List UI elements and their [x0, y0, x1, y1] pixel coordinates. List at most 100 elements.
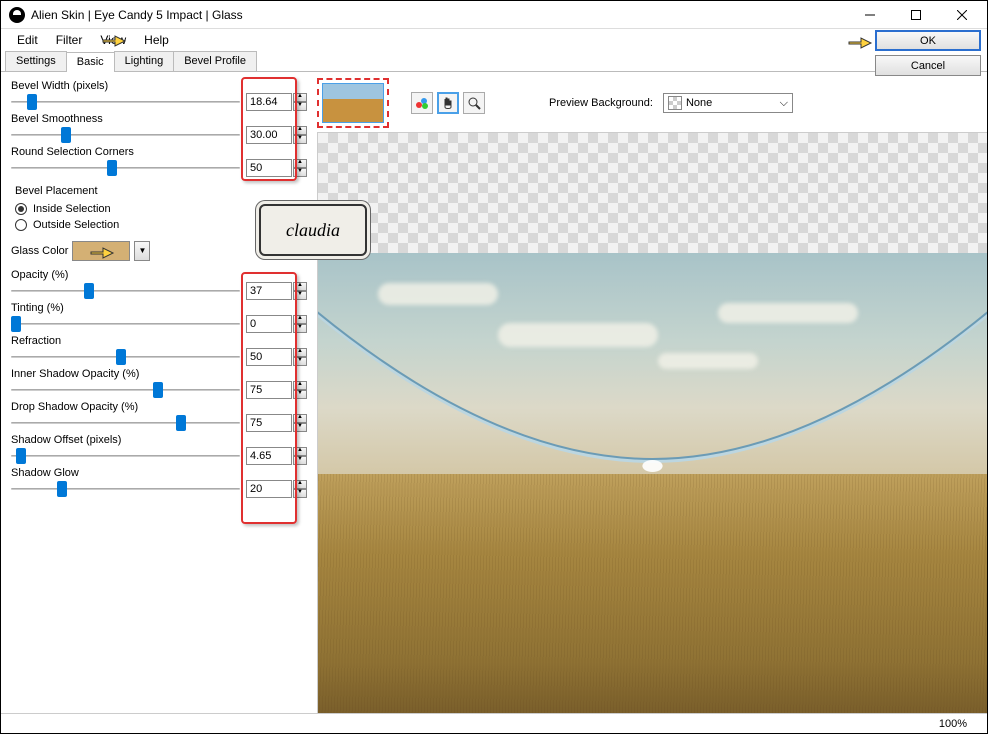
- spin-down-icon[interactable]: ▼: [293, 390, 307, 399]
- pointer-hand-icon: [101, 30, 127, 50]
- param-slider[interactable]: [11, 414, 240, 432]
- param-label: Bevel Width (pixels): [11, 80, 307, 92]
- window-title: Alien Skin | Eye Candy 5 Impact | Glass: [31, 8, 847, 22]
- main: OK Cancel Bevel Width (pixels) 18.64 ▲ ▼…: [1, 72, 987, 713]
- param-value[interactable]: 0: [246, 315, 292, 333]
- param-row: Round Selection Corners 50 ▲ ▼: [11, 146, 307, 177]
- tabs: Settings Basic Lighting Bevel Profile: [1, 51, 987, 72]
- spin-up-icon[interactable]: ▲: [293, 414, 307, 423]
- param-slider[interactable]: [11, 480, 240, 498]
- radio-icon: [15, 203, 27, 215]
- param-slider[interactable]: [11, 381, 240, 399]
- param-value[interactable]: 75: [246, 381, 292, 399]
- glass-color-dropdown[interactable]: ▼: [134, 241, 150, 261]
- app-icon: [9, 7, 25, 23]
- param-row: Bevel Width (pixels) 18.64 ▲ ▼: [11, 80, 307, 111]
- dialog-buttons: OK Cancel: [875, 30, 981, 76]
- tool-zoom[interactable]: [463, 92, 485, 114]
- ok-button[interactable]: OK: [875, 30, 981, 51]
- menubar: Edit Filter View Help: [1, 29, 987, 51]
- watermark-text: claudia: [286, 220, 340, 241]
- param-label: Refraction: [11, 335, 307, 347]
- spin-down-icon[interactable]: ▼: [293, 357, 307, 366]
- param-label: Round Selection Corners: [11, 146, 307, 158]
- param-value[interactable]: 4.65: [246, 447, 292, 465]
- param-spinner[interactable]: ▲ ▼: [293, 126, 307, 144]
- param-value[interactable]: 20: [246, 480, 292, 498]
- pointer-hand-icon: [89, 242, 115, 262]
- spin-down-icon[interactable]: ▼: [293, 489, 307, 498]
- param-value[interactable]: 50: [246, 159, 292, 177]
- statusbar: 100%: [1, 713, 987, 733]
- thumbnail-image: [322, 83, 384, 123]
- param-slider[interactable]: [11, 447, 240, 465]
- right-panel: Preview Background: None ⌵: [317, 72, 987, 713]
- spin-up-icon[interactable]: ▲: [293, 315, 307, 324]
- tool-hand[interactable]: [437, 92, 459, 114]
- radio-label: Outside Selection: [33, 219, 119, 231]
- tab-settings[interactable]: Settings: [5, 51, 67, 71]
- param-row: Drop Shadow Opacity (%) 75 ▲ ▼: [11, 401, 307, 432]
- param-value[interactable]: 30.00: [246, 126, 292, 144]
- param-spinner[interactable]: ▲ ▼: [293, 348, 307, 366]
- spin-up-icon[interactable]: ▲: [293, 348, 307, 357]
- param-spinner[interactable]: ▲ ▼: [293, 93, 307, 111]
- preview-background-select[interactable]: None ⌵: [663, 93, 793, 113]
- param-slider[interactable]: [11, 282, 240, 300]
- param-spinner[interactable]: ▲ ▼: [293, 381, 307, 399]
- maximize-button[interactable]: [893, 1, 939, 29]
- spin-down-icon[interactable]: ▼: [293, 456, 307, 465]
- close-button[interactable]: [939, 1, 985, 29]
- param-row: Opacity (%) 37 ▲ ▼: [11, 269, 307, 300]
- tab-lighting[interactable]: Lighting: [114, 51, 175, 71]
- glass-color-swatch[interactable]: [72, 241, 130, 261]
- preview-area[interactable]: [317, 132, 987, 713]
- minimize-button[interactable]: [847, 1, 893, 29]
- param-row: Shadow Glow 20 ▲ ▼: [11, 467, 307, 498]
- param-spinner[interactable]: ▲ ▼: [293, 315, 307, 333]
- param-value[interactable]: 18.64: [246, 93, 292, 111]
- chevron-down-icon: ⌵: [780, 97, 788, 110]
- param-spinner[interactable]: ▲ ▼: [293, 414, 307, 432]
- tool-color-picker[interactable]: [411, 92, 433, 114]
- spin-up-icon[interactable]: ▲: [293, 159, 307, 168]
- param-row: Bevel Smoothness 30.00 ▲ ▼: [11, 113, 307, 144]
- param-spinner[interactable]: ▲ ▼: [293, 282, 307, 300]
- spin-up-icon[interactable]: ▲: [293, 447, 307, 456]
- spin-up-icon[interactable]: ▲: [293, 480, 307, 489]
- param-value[interactable]: 37: [246, 282, 292, 300]
- spin-up-icon[interactable]: ▲: [293, 381, 307, 390]
- param-slider[interactable]: [11, 93, 240, 111]
- tab-bevel-profile[interactable]: Bevel Profile: [173, 51, 257, 71]
- spin-down-icon[interactable]: ▼: [293, 423, 307, 432]
- spin-down-icon[interactable]: ▼: [293, 168, 307, 177]
- param-spinner[interactable]: ▲ ▼: [293, 480, 307, 498]
- spin-down-icon[interactable]: ▼: [293, 135, 307, 144]
- param-label: Opacity (%): [11, 269, 307, 281]
- preview-background-value: None: [686, 97, 712, 109]
- param-spinner[interactable]: ▲ ▼: [293, 447, 307, 465]
- spin-down-icon[interactable]: ▼: [293, 324, 307, 333]
- param-spinner[interactable]: ▲ ▼: [293, 159, 307, 177]
- bevel-placement-label: Bevel Placement: [15, 185, 307, 197]
- watermark: claudia: [259, 204, 367, 256]
- param-label: Shadow Offset (pixels): [11, 434, 307, 446]
- param-slider[interactable]: [11, 159, 240, 177]
- menu-filter[interactable]: Filter: [48, 32, 91, 48]
- param-value[interactable]: 50: [246, 348, 292, 366]
- tab-basic[interactable]: Basic: [66, 52, 115, 72]
- menu-help[interactable]: Help: [136, 32, 177, 48]
- spin-up-icon[interactable]: ▲: [293, 282, 307, 291]
- preview-thumbnail[interactable]: [317, 78, 389, 128]
- spin-up-icon[interactable]: ▲: [293, 126, 307, 135]
- menu-edit[interactable]: Edit: [9, 32, 46, 48]
- param-slider[interactable]: [11, 126, 240, 144]
- preview-background-label: Preview Background:: [549, 97, 653, 109]
- param-value[interactable]: 75: [246, 414, 292, 432]
- checker-icon: [668, 96, 682, 110]
- spin-down-icon[interactable]: ▼: [293, 102, 307, 111]
- param-slider[interactable]: [11, 348, 240, 366]
- spin-up-icon[interactable]: ▲: [293, 93, 307, 102]
- spin-down-icon[interactable]: ▼: [293, 291, 307, 300]
- param-slider[interactable]: [11, 315, 240, 333]
